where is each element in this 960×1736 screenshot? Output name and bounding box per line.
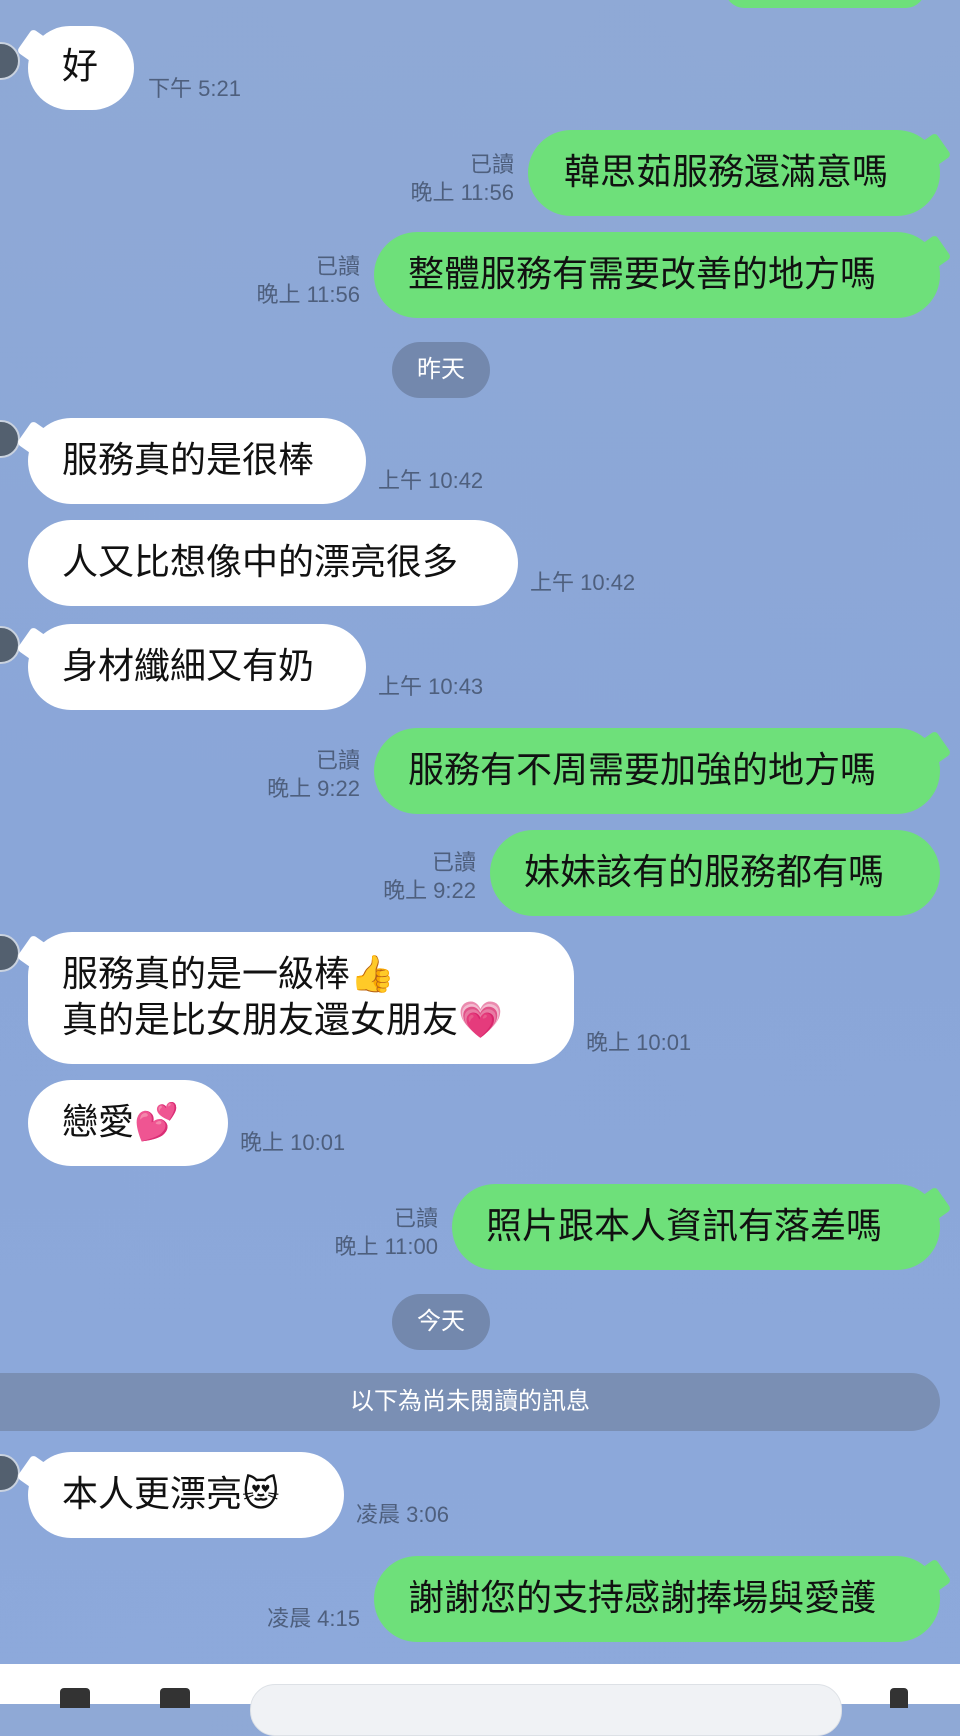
incoming-message[interactable]: 本人更漂亮😻	[28, 1452, 344, 1538]
read-receipt: 已讀	[431, 850, 476, 875]
message-text: 謝謝您的支持感謝捧場與愛護	[408, 1578, 877, 1619]
outgoing-message[interactable]: 謝謝您的支持感謝捧場與愛護	[374, 1556, 940, 1642]
message-text: 服務真的是很棒	[62, 440, 315, 481]
message-text: 整體服務有需要改善的地方嗎	[408, 254, 877, 295]
read-receipt: 已讀	[315, 748, 360, 773]
microphone-icon[interactable]	[890, 1688, 908, 1708]
message-text: 服務有不周需要加強的地方嗎	[408, 750, 877, 791]
message-input[interactable]	[250, 1684, 842, 1736]
message-time: 凌晨 3:06	[356, 1502, 449, 1527]
date-divider-today: 今天	[392, 1294, 490, 1350]
message-text: 妹妹該有的服務都有嗎	[524, 852, 885, 893]
message-time: 上午 10:43	[378, 674, 484, 699]
read-receipt: 已讀	[315, 254, 360, 279]
contact-avatar[interactable]	[0, 934, 20, 972]
message-text: 照片跟本人資訊有落差嗎	[486, 1206, 883, 1247]
contact-avatar[interactable]	[0, 626, 20, 664]
message-time: 晚上 10:01	[240, 1130, 346, 1155]
incoming-message[interactable]: 好	[28, 26, 134, 110]
outgoing-message[interactable]: 韓思茹服務還滿意嗎	[528, 130, 940, 216]
message-time: 晚上 10:01	[586, 1030, 692, 1055]
contact-avatar[interactable]	[0, 42, 20, 80]
incoming-message[interactable]: 人又比想像中的漂亮很多	[28, 520, 518, 606]
outgoing-message[interactable]: 整體服務有需要改善的地方嗎	[374, 232, 940, 318]
message-text: 身材纖細又有奶	[62, 646, 315, 687]
outgoing-message[interactable]: 服務有不周需要加強的地方嗎	[374, 728, 940, 814]
previous-outgoing-bubble	[725, 0, 925, 8]
message-text-line1: 服務真的是一級棒👍	[62, 954, 395, 995]
message-time: 下午 5:21	[148, 76, 241, 101]
message-time: 上午 10:42	[530, 570, 636, 595]
message-time: 晚上 11:56	[256, 282, 360, 307]
message-time: 晚上 11:56	[410, 180, 514, 205]
message-time: 凌晨 4:15	[267, 1606, 360, 1631]
message-time: 上午 10:42	[378, 468, 484, 493]
incoming-message[interactable]: 身材纖細又有奶	[28, 624, 366, 710]
read-receipt: 已讀	[393, 1206, 438, 1231]
incoming-message[interactable]: 戀愛💕	[28, 1080, 228, 1166]
contact-avatar[interactable]	[0, 420, 20, 458]
camera-icon[interactable]	[160, 1688, 190, 1708]
outgoing-message[interactable]: 照片跟本人資訊有落差嗎	[452, 1184, 940, 1270]
plus-icon[interactable]	[60, 1688, 90, 1708]
outgoing-message[interactable]: 妹妹該有的服務都有嗎	[490, 830, 940, 916]
message-text: 戀愛💕	[62, 1102, 179, 1143]
message-time: 晚上 9:22	[267, 776, 360, 801]
message-text: 好	[62, 46, 99, 87]
date-divider-yesterday: 昨天	[392, 342, 490, 398]
unread-messages-divider: 以下為尚未閱讀的訊息	[0, 1373, 940, 1431]
incoming-message[interactable]: 服務真的是很棒	[28, 418, 366, 504]
message-text: 人又比想像中的漂亮很多	[62, 542, 459, 583]
read-receipt: 已讀	[469, 152, 514, 177]
message-text: 本人更漂亮😻	[62, 1474, 280, 1515]
message-time: 晚上 11:00	[334, 1234, 438, 1259]
message-text-line2: 真的是比女朋友還女朋友💗	[62, 1000, 503, 1041]
message-time: 晚上 9:22	[383, 878, 476, 903]
contact-avatar[interactable]	[0, 1454, 20, 1492]
incoming-message[interactable]: 服務真的是一級棒👍 真的是比女朋友還女朋友💗	[28, 932, 574, 1064]
message-text: 韓思茹服務還滿意嗎	[564, 152, 889, 193]
